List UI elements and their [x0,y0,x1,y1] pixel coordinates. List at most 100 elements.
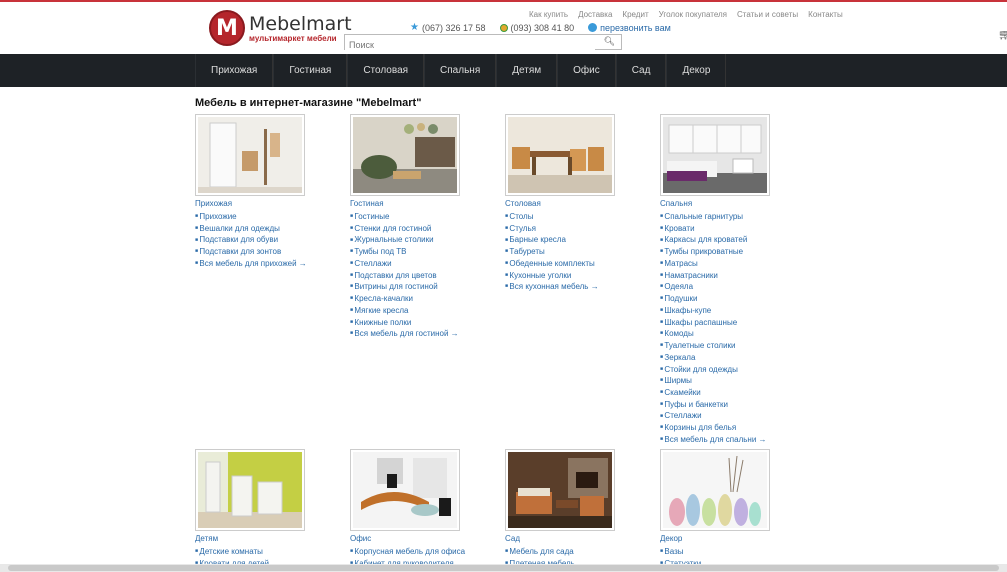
top-menu-how-to-buy[interactable]: Как купить [529,10,568,19]
category-image[interactable] [350,114,460,196]
category-title[interactable]: Прихожая [195,199,335,208]
search-icon[interactable]: 🔍︎ [604,36,615,47]
list-item[interactable]: Подушки [660,293,800,305]
star-icon: ★ [410,22,419,33]
list-item[interactable]: Стеллажи [350,258,490,270]
category-hallway: Прихожая Прихожие Вешалки для одежды Под… [195,114,335,270]
category-image[interactable] [195,449,305,531]
nav-decor[interactable]: Декор [666,54,727,87]
list-item[interactable]: Матрасы [660,258,800,270]
list-item[interactable]: Журнальные столики [350,234,490,246]
top-menu-articles[interactable]: Статьи и советы [737,10,798,19]
phone-life[interactable]: (093) 308 41 80 [499,22,575,33]
list-item[interactable]: Гостиные [350,211,490,223]
list-item[interactable]: Детские комнаты [195,546,335,558]
list-item[interactable]: Столы [505,211,645,223]
list-item[interactable]: Корзины для белья [660,422,800,434]
list-item[interactable]: Кресла-качалки [350,293,490,305]
scrollbar-thumb[interactable] [8,565,999,571]
list-item[interactable]: Обеденные комплекты [505,258,645,270]
phone-number-2: (093) 308 41 80 [510,22,575,33]
list-item[interactable]: Пуфы и банкетки [660,399,800,411]
list-item[interactable]: Наматрасники [660,270,800,282]
nav-living-room[interactable]: Гостиная [273,54,348,87]
list-item[interactable]: Каркасы для кроватей [660,234,800,246]
category-image[interactable] [505,449,615,531]
nav-hallway[interactable]: Прихожая [195,54,274,87]
nav-bedroom[interactable]: Спальня [424,54,497,87]
list-item[interactable]: Вся кухонная мебель → [505,281,645,293]
list-item[interactable]: Стулья [505,223,645,235]
list-item[interactable]: Зеркала [660,352,800,364]
category-title[interactable]: Офис [350,534,490,543]
search-box: 🔍︎ [344,34,622,52]
list-item[interactable]: Прихожие [195,211,335,223]
site-logo[interactable]: M Mebelmart мультимаркет мебели [209,10,352,46]
category-image[interactable] [505,114,615,196]
cart-icon[interactable]: 🛒︎ [998,30,1007,41]
list-item[interactable]: Вся мебель для спальни → [660,434,800,446]
list-item[interactable]: Спальные гарнитуры [660,211,800,223]
list-item[interactable]: Тумбы под ТВ [350,246,490,258]
horizontal-scrollbar[interactable] [0,564,1007,572]
top-menu-contacts[interactable]: Контакты [808,10,843,19]
category-image[interactable] [660,449,770,531]
list-item[interactable]: Мебель для сада [505,546,645,558]
list-item[interactable]: Подставки для цветов [350,270,490,282]
list-item[interactable]: Табуреты [505,246,645,258]
phone-kyivstar[interactable]: ★ (067) 326 17 58 [410,22,486,33]
top-menu: Как купить Доставка Кредит Уголок покупа… [529,10,843,19]
list-item[interactable]: Тумбы прикроватные [660,246,800,258]
list-item[interactable]: Скамейки [660,387,800,399]
category-title[interactable]: Детям [195,534,335,543]
list-item[interactable]: Кухонные уголки [505,270,645,282]
list-item[interactable]: Барные кресла [505,234,645,246]
page-title: Мебель в интернет-магазине "Mebelmart" [195,97,422,109]
category-title[interactable]: Декор [660,534,800,543]
top-menu-delivery[interactable]: Доставка [578,10,612,19]
list-item[interactable]: Вешалки для одежды [195,223,335,235]
category-title[interactable]: Спальня [660,199,800,208]
list-item[interactable]: Вазы [660,546,800,558]
list-item[interactable]: Шкафы-купе [660,305,800,317]
list-item[interactable]: Стеллажи [660,410,800,422]
nav-dining-room[interactable]: Столовая [347,54,425,87]
list-item[interactable]: Ширмы [660,375,800,387]
list-item[interactable]: Подставки для зонтов [195,246,335,258]
list-item[interactable]: Шкафы распашные [660,317,800,329]
category-title[interactable]: Гостиная [350,199,490,208]
top-menu-credit[interactable]: Кредит [622,10,648,19]
list-item[interactable]: Витрины для гостиной [350,281,490,293]
category-title[interactable]: Столовая [505,199,645,208]
category-links: Спальные гарнитуры Кровати Каркасы для к… [660,211,800,446]
contact-phones: ★ (067) 326 17 58 (093) 308 41 80 перезв… [410,22,671,33]
category-image[interactable] [660,114,770,196]
list-item[interactable]: Туалетные столики [660,340,800,352]
category-image[interactable] [350,449,460,531]
list-item[interactable]: Вся мебель для гостиной → [350,328,490,340]
list-item[interactable]: Корпусная мебель для офиса [350,546,490,558]
list-item[interactable]: Кровати [660,223,800,235]
category-links: Столы Стулья Барные кресла Табуреты Обед… [505,211,645,293]
nav-kids[interactable]: Детям [496,54,558,87]
callback-link[interactable]: перезвонить вам [588,23,671,33]
list-item[interactable]: Подставки для обуви [195,234,335,246]
search-input[interactable] [345,38,595,52]
logo-emblem: M [209,10,245,46]
list-item[interactable]: Вся мебель для прихожей → [195,258,335,270]
phone-callback-icon [588,23,598,32]
list-item[interactable]: Книжные полки [350,317,490,329]
list-item[interactable]: Стойки для одежды [660,364,800,376]
nav-garden[interactable]: Сад [615,54,667,87]
nav-office[interactable]: Офис [557,54,616,87]
category-image[interactable] [195,114,305,196]
list-item[interactable]: Стенки для гостиной [350,223,490,235]
top-menu-customer-corner[interactable]: Уголок покупателя [659,10,727,19]
category-decor: Декор Вазы Статуэтки [660,449,800,569]
list-item[interactable]: Одеяла [660,281,800,293]
logo-tagline: мультимаркет мебели [249,33,337,43]
list-item[interactable]: Комоды [660,328,800,340]
list-item[interactable]: Мягкие кресла [350,305,490,317]
category-kids: Детям Детские комнаты Кровати для детей [195,449,335,569]
category-title[interactable]: Сад [505,534,645,543]
